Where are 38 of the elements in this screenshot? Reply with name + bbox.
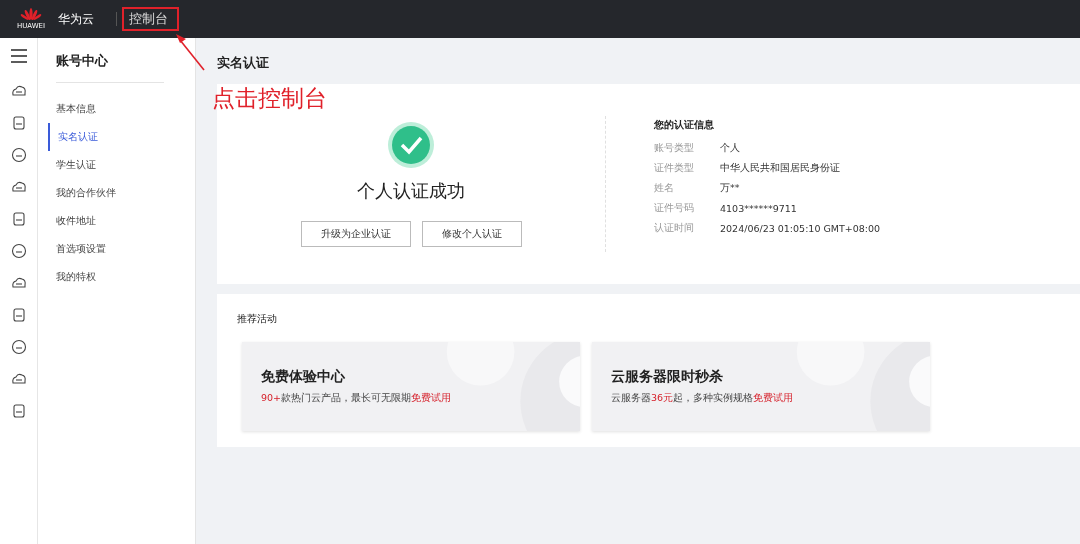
sidebar-item[interactable]: 收件地址 (38, 207, 195, 235)
cloud-server-icon[interactable] (10, 83, 27, 99)
field-label: 证件类型 (654, 161, 695, 175)
status-text: 个人认证成功 (357, 179, 465, 203)
flower-logo-icon (20, 8, 42, 22)
console-link[interactable]: 控制台 (129, 10, 168, 28)
check-circle-icon (387, 121, 435, 169)
sidebar-item[interactable]: 基本信息 (38, 95, 195, 123)
sidebar-item[interactable]: 我的特权 (38, 263, 195, 291)
highlight-frame (122, 7, 179, 31)
field-value: 2024/06/23 01:05:10 GMT+08:00 (720, 222, 881, 234)
field-label: 认证时间 (654, 221, 695, 235)
section-title: 推荐活动 (237, 312, 278, 326)
annotation-text: 点击控制台 (212, 84, 327, 112)
field-value: 个人 (720, 141, 740, 155)
menu-icon[interactable] (10, 49, 27, 63)
sidebar-item[interactable]: 学生认证 (38, 151, 195, 179)
promo-title: 免费体验中心 (261, 368, 346, 386)
field-value: 4103******9711 (720, 202, 797, 214)
field-label: 证件号码 (654, 201, 695, 215)
field-label: 姓名 (654, 181, 675, 195)
promo-description: 90+款热门云产品，最长可无限期免费试用 (261, 392, 453, 405)
field-value: 中华人民共和国居民身份证 (720, 161, 840, 175)
sidebar-title: 账号中心 (56, 50, 164, 83)
page-title: 实名认证 (217, 54, 270, 72)
sidebar-item[interactable]: 首选项设置 (38, 235, 195, 263)
promo-description: 云服务器36元起，多种实例规格免费试用 (611, 392, 795, 405)
info-title: 您的认证信息 (654, 118, 715, 132)
promo-title: 云服务器限时秒杀 (611, 368, 724, 386)
field-value: 万** (720, 181, 740, 195)
action-button[interactable]: 修改个人认证 (421, 221, 522, 247)
sidebar-item[interactable]: 实名认证 (48, 123, 195, 151)
action-button[interactable]: 升级为企业认证 (300, 221, 411, 247)
field-label: 账号类型 (654, 141, 695, 155)
promo-card[interactable]: 云服务器限时秒杀 云服务器36元起，多种实例规格免费试用 (592, 342, 930, 431)
sidebar-item[interactable]: 我的合作伙伴 (38, 179, 195, 207)
promo-card[interactable]: 免费体验中心 90+款热门云产品，最长可无限期免费试用 (242, 342, 580, 431)
brand-name: 华为云 (58, 10, 94, 28)
